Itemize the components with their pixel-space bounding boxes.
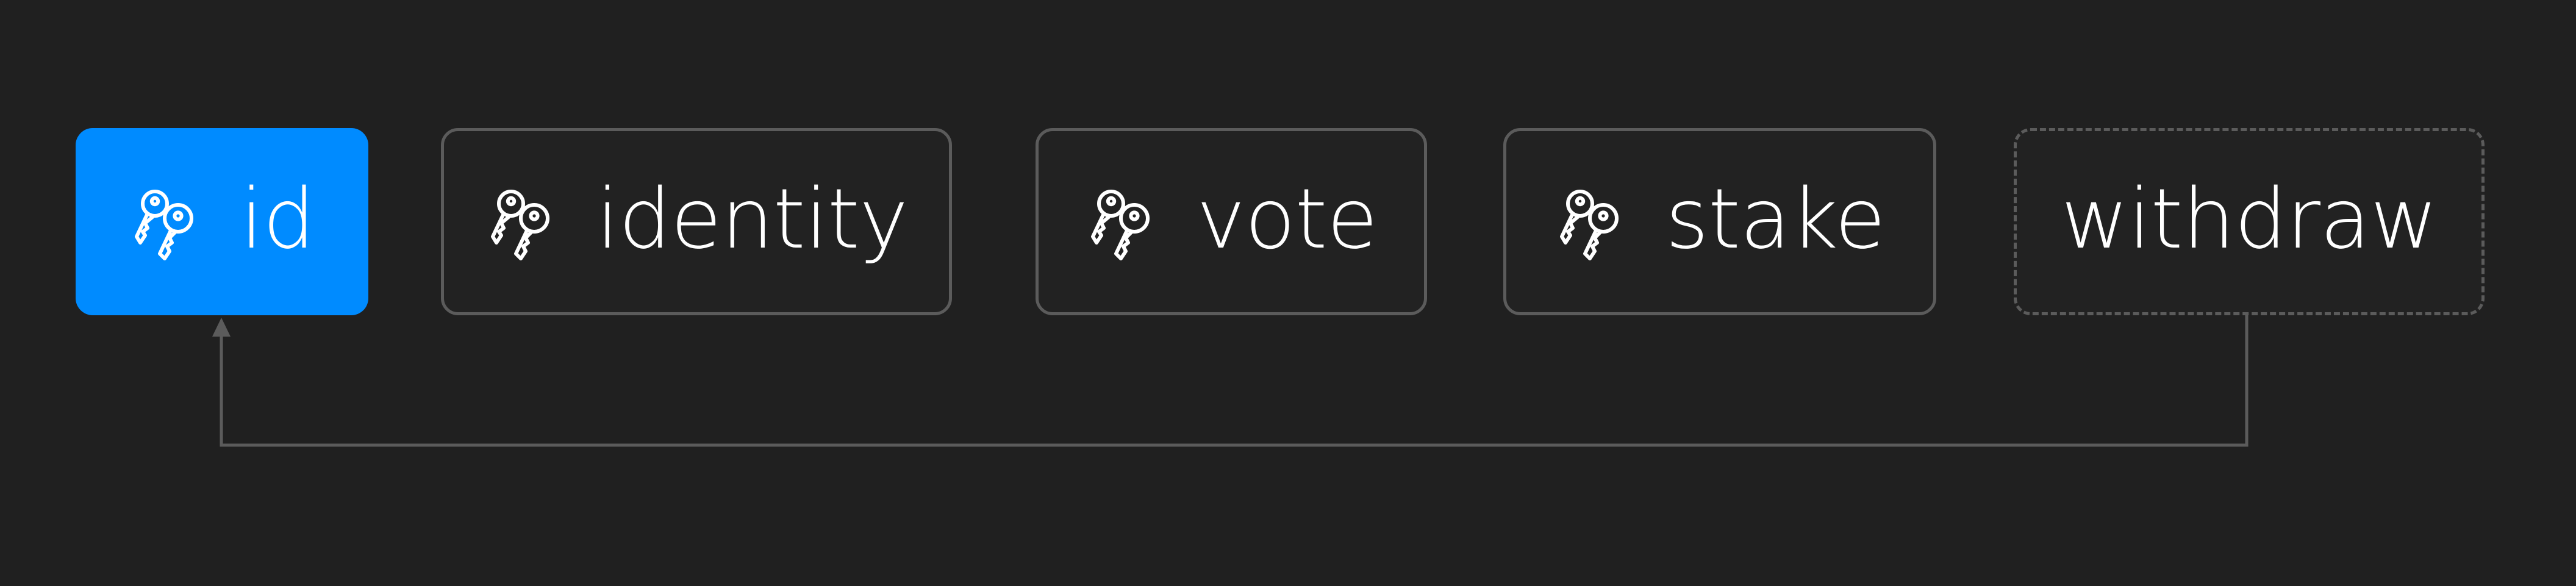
node-stake[interactable]: stake [1503,128,1936,315]
node-label: stake [1665,171,1886,268]
keys-icon [1555,183,1633,261]
node-label: id [240,171,315,268]
node-label: identity [596,171,909,268]
keys-icon [129,183,207,261]
node-label: vote [1196,171,1378,268]
node-identity[interactable]: identity [441,128,952,315]
connector-line [220,315,2249,447]
keys-icon [485,183,564,261]
node-vote[interactable]: vote [1036,128,1427,315]
keys-icon [1086,183,1164,261]
arrowhead [212,318,231,337]
node-id[interactable]: id [76,128,368,315]
node-withdraw[interactable]: withdraw [2014,128,2485,315]
node-label: withdraw [2061,171,2438,268]
